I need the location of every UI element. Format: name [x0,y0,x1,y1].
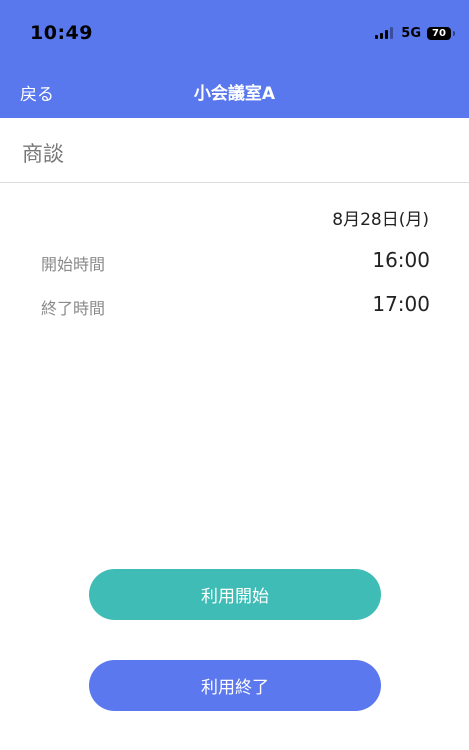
battery-level: 70 [432,27,446,39]
reservation-date: 8月28日(月) [332,210,429,230]
page-title: 小会議室A [193,84,276,104]
meeting-subject: 商談 [22,142,64,166]
status-bar: 10:49 5G 70 [0,0,469,64]
nav-bar: 戻る 小会議室A [0,64,469,118]
subject-row: 商談 [0,118,469,183]
start-usage-button[interactable]: 利用開始 [89,569,381,620]
battery-icon: 70 [427,26,455,40]
end-time-label: 終了時間 [41,299,106,318]
status-time: 10:49 [30,22,93,44]
signal-icon [375,27,395,39]
start-time-value: 16:00 [372,248,430,272]
end-time-value: 17:00 [372,292,430,316]
header: 10:49 5G 70 戻る 小会議室A [0,0,469,118]
screen: 10:49 5G 70 戻る 小会議室A 商談 8月28日(月) 開始時間 16… [0,0,469,750]
start-time-label: 開始時間 [41,255,106,274]
end-time-row: 終了時間 17:00 [0,292,469,322]
status-indicators: 5G 70 [375,25,455,41]
end-usage-button[interactable]: 利用終了 [89,660,381,711]
battery-cap [453,30,455,36]
network-type: 5G [401,25,421,41]
start-time-row: 開始時間 16:00 [0,248,469,278]
